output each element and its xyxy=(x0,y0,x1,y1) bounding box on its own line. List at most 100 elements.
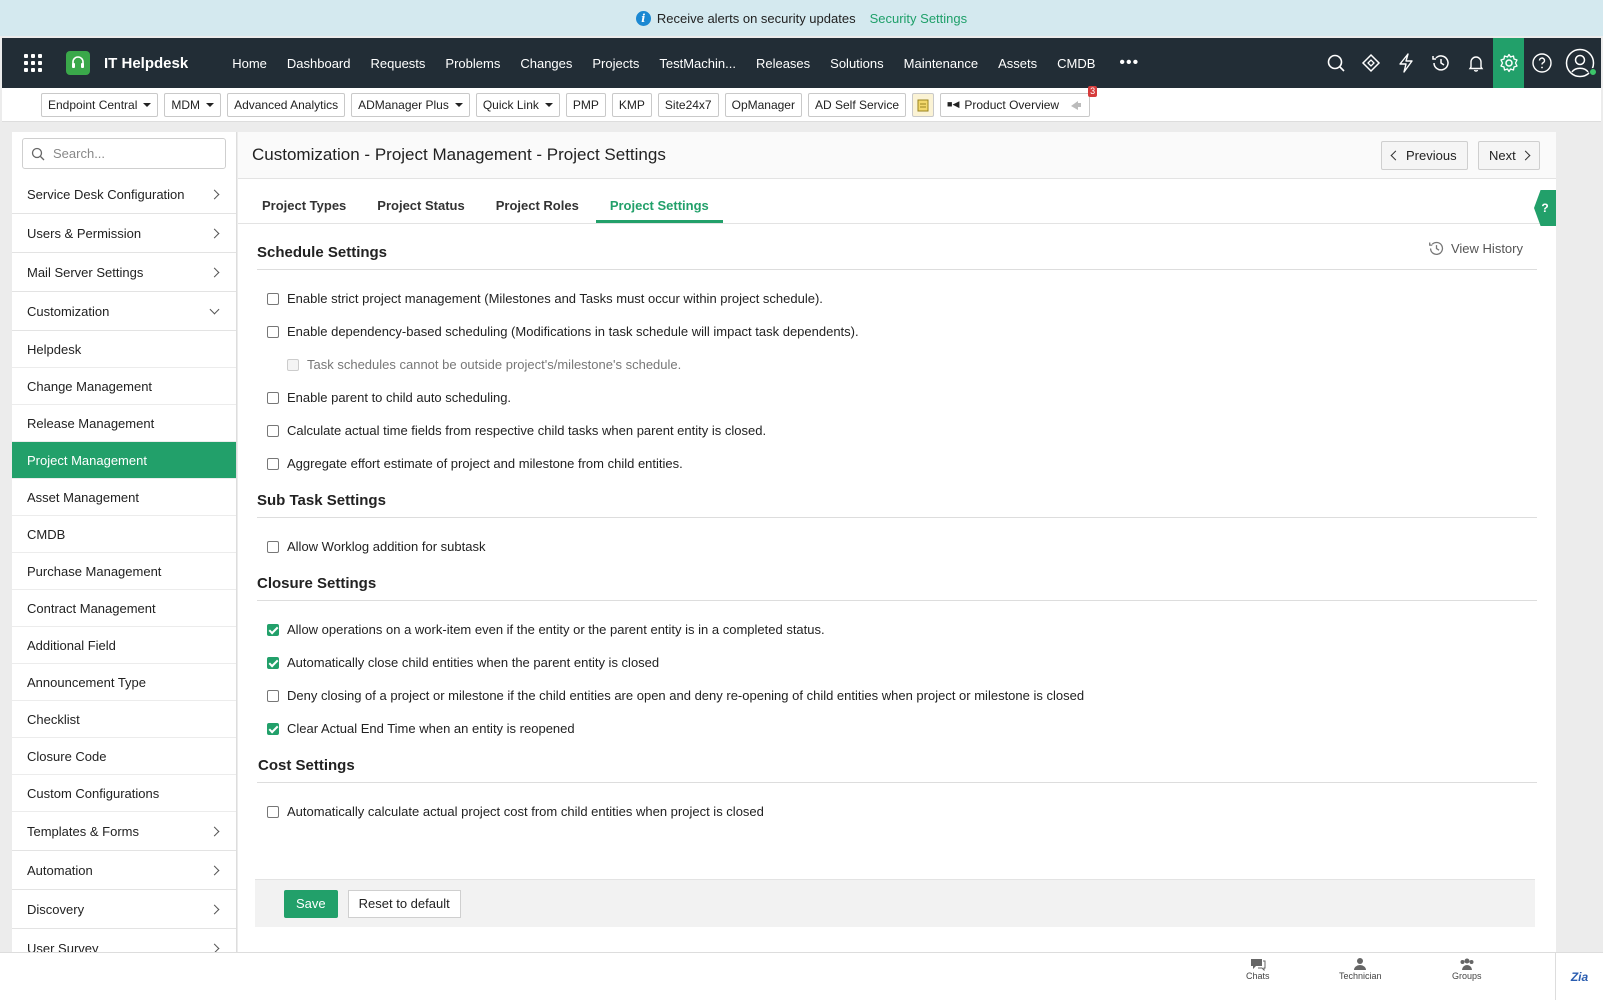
checkbox[interactable] xyxy=(267,689,279,702)
nav-link-maintenance[interactable]: Maintenance xyxy=(894,56,988,71)
checkbox-option[interactable]: Enable dependency-based scheduling (Modi… xyxy=(257,315,1537,348)
nav-link-releases[interactable]: Releases xyxy=(746,56,820,71)
toolbar-mdm-button[interactable]: MDM xyxy=(164,92,222,117)
sidebar-item-customization[interactable]: Customization xyxy=(12,292,236,331)
checkbox-option[interactable]: Calculate actual time fields from respec… xyxy=(257,414,1537,447)
sidebar-subitem-release-management[interactable]: Release Management xyxy=(12,405,236,442)
sidebar-item-automation[interactable]: Automation xyxy=(12,851,236,890)
checkbox[interactable] xyxy=(267,292,279,305)
sidebar-search-input[interactable]: Search... xyxy=(22,138,226,169)
sidebar-subitem-helpdesk[interactable]: Helpdesk xyxy=(12,331,236,368)
sidebar-item-label: User Survey xyxy=(27,940,99,953)
security-settings-link[interactable]: Security Settings xyxy=(870,11,968,26)
sidebar-subitem-additional-field[interactable]: Additional Field xyxy=(12,627,236,664)
nav-link-requests[interactable]: Requests xyxy=(361,56,436,71)
announcement-icon[interactable] xyxy=(1069,98,1083,112)
gear-icon[interactable] xyxy=(1493,38,1524,88)
toolbar-opmanager-button[interactable]: OpManager xyxy=(724,92,802,117)
nav-link-problems[interactable]: Problems xyxy=(435,56,510,71)
reset-to-default-button[interactable]: Reset to default xyxy=(347,889,461,918)
next-button[interactable]: Next xyxy=(1478,141,1540,170)
nav-link-dashboard[interactable]: Dashboard xyxy=(277,56,361,71)
history-icon xyxy=(1429,241,1444,255)
sidebar-item-templates-forms[interactable]: Templates & Forms xyxy=(12,812,236,851)
checkbox-option[interactable]: Enable parent to child auto scheduling. xyxy=(257,381,1537,414)
checkbox-option[interactable]: Automatically calculate actual project c… xyxy=(257,795,1537,828)
toolbar-site24x7-button[interactable]: Site24x7 xyxy=(657,92,719,117)
toolbar-kmp-button[interactable]: KMP xyxy=(611,92,652,117)
sidebar-subitem-closure-code[interactable]: Closure Code xyxy=(12,738,236,775)
checkbox-option[interactable]: Automatically close child entities when … xyxy=(257,646,1537,679)
previous-button[interactable]: Previous xyxy=(1381,141,1468,170)
nav-link-cmdb[interactable]: CMDB xyxy=(1047,56,1105,71)
more-menu-icon[interactable]: ••• xyxy=(1119,54,1139,72)
sidebar-item-discovery[interactable]: Discovery xyxy=(12,890,236,929)
technician-button[interactable]: Technician xyxy=(1339,957,1382,981)
zia-icon[interactable] xyxy=(1353,38,1388,88)
tab-project-types[interactable]: Project Types xyxy=(248,198,360,223)
sidebar-subitem-asset-management[interactable]: Asset Management xyxy=(12,479,236,516)
checkbox-option[interactable]: Clear Actual End Time when an entity is … xyxy=(257,712,1537,745)
toolbar-endpoint-central-button[interactable]: Endpoint Central xyxy=(41,92,159,117)
lightning-icon[interactable] xyxy=(1388,38,1423,88)
nav-link-projects[interactable]: Projects xyxy=(582,56,649,71)
toolbar-admanager-plus-button[interactable]: ADManager Plus xyxy=(351,92,470,117)
sidebar-subitem-contract-management[interactable]: Contract Management xyxy=(12,590,236,627)
nav-link-changes[interactable]: Changes xyxy=(510,56,582,71)
sidebar-subitem-checklist[interactable]: Checklist xyxy=(12,701,236,738)
nav-link-home[interactable]: Home xyxy=(222,56,277,71)
tab-project-settings[interactable]: Project Settings xyxy=(595,198,723,223)
checkbox[interactable] xyxy=(267,391,279,404)
notes-icon[interactable] xyxy=(912,92,935,117)
sidebar-subitem-announcement-type[interactable]: Announcement Type xyxy=(12,664,236,701)
user-avatar-icon[interactable] xyxy=(1559,38,1601,88)
sidebar-item-label: Automation xyxy=(27,862,93,878)
product-overview-button[interactable]: ■◀ Product Overview 3 xyxy=(940,85,1098,117)
checkbox-option[interactable]: Allow Worklog addition for subtask xyxy=(257,530,1537,563)
sidebar-item-user-survey[interactable]: User Survey xyxy=(12,929,236,952)
bell-icon[interactable] xyxy=(1458,38,1493,88)
toolbar-advanced-analytics-button[interactable]: Advanced Analytics xyxy=(227,92,346,117)
search-icon[interactable] xyxy=(1318,38,1353,88)
checkbox-checked[interactable] xyxy=(267,656,279,669)
checkbox[interactable] xyxy=(267,540,279,553)
toolbar-quick-link-button[interactable]: Quick Link xyxy=(475,92,560,117)
groups-button[interactable]: Groups xyxy=(1452,957,1482,981)
checkbox[interactable] xyxy=(267,325,279,338)
save-button[interactable]: Save xyxy=(284,889,338,918)
sidebar-item-users-permission[interactable]: Users & Permission xyxy=(12,214,236,253)
sidebar-item-service-desk-configuration[interactable]: Service Desk Configuration xyxy=(12,175,236,214)
sidebar-item-label: Customization xyxy=(27,303,110,319)
help-icon[interactable] xyxy=(1524,38,1559,88)
sidebar-subitem-change-management[interactable]: Change Management xyxy=(12,368,236,405)
app-switcher-icon[interactable] xyxy=(24,54,46,72)
tab-project-roles[interactable]: Project Roles xyxy=(482,198,593,223)
checkbox[interactable] xyxy=(267,805,279,818)
sidebar-item-mail-server-settings[interactable]: Mail Server Settings xyxy=(12,253,236,292)
nav-icons xyxy=(1318,38,1601,88)
nav-link-assets[interactable]: Assets xyxy=(988,56,1047,71)
tab-project-status[interactable]: Project Status xyxy=(363,198,478,223)
checkbox-option[interactable]: Enable strict project management (Milest… xyxy=(257,282,1537,315)
sidebar-subitem-project-management[interactable]: Project Management xyxy=(12,442,236,479)
checkbox[interactable] xyxy=(267,457,279,470)
checkbox-option[interactable]: Allow operations on a work-item even if … xyxy=(257,613,1537,646)
nav-link-testmachin[interactable]: TestMachin... xyxy=(649,56,746,71)
sidebar-subitem-custom-configurations[interactable]: Custom Configurations xyxy=(12,775,236,812)
sidebar-subitem-cmdb[interactable]: CMDB xyxy=(12,516,236,553)
toolbar-ad-self-service-button[interactable]: AD Self Service xyxy=(807,92,907,117)
toolbar-pmp-button[interactable]: PMP xyxy=(565,92,606,117)
nav-link-solutions[interactable]: Solutions xyxy=(820,56,893,71)
section-title-cost: Cost Settings xyxy=(257,757,1537,783)
checkbox-checked[interactable] xyxy=(267,722,279,735)
checkbox[interactable] xyxy=(267,424,279,437)
sidebar-subitem-purchase-management[interactable]: Purchase Management xyxy=(12,553,236,590)
checkbox-checked[interactable] xyxy=(267,623,279,636)
zia-assistant-icon[interactable]: Zia xyxy=(1555,953,1603,1000)
view-history-link[interactable]: View History xyxy=(1428,240,1523,257)
checkbox-option[interactable]: Aggregate effort estimate of project and… xyxy=(257,447,1537,480)
chats-button[interactable]: Chats xyxy=(1246,957,1270,981)
checkbox-option[interactable]: Deny closing of a project or milestone i… xyxy=(257,679,1537,712)
history-icon[interactable] xyxy=(1423,38,1458,88)
search-placeholder: Search... xyxy=(53,146,106,161)
